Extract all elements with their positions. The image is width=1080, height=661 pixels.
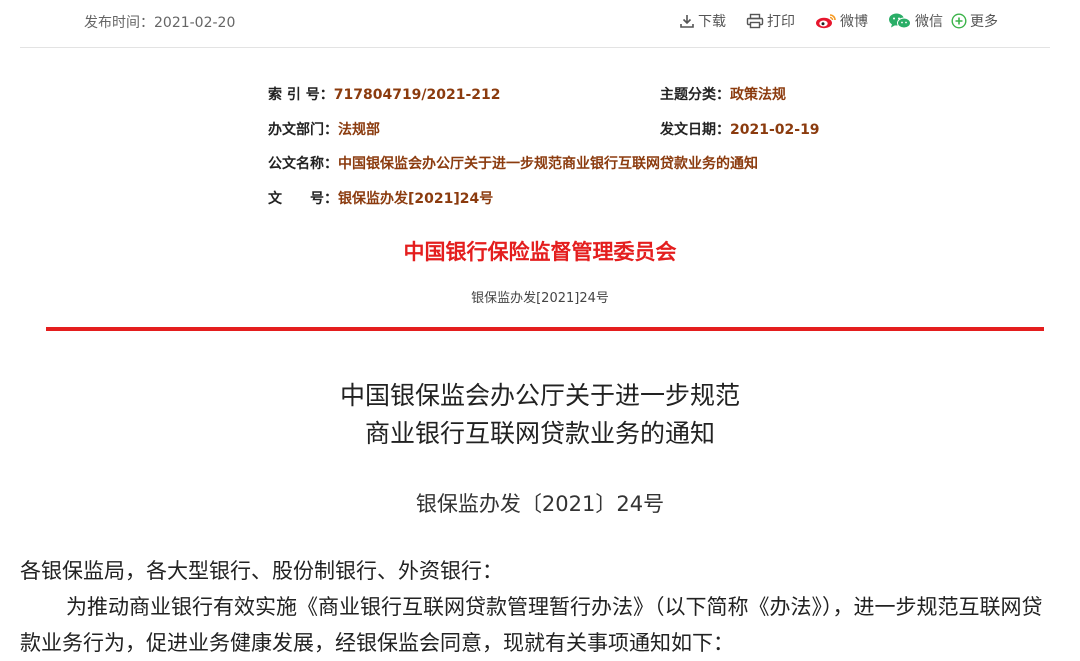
more-share-button[interactable]: 更多: [951, 11, 998, 31]
meta-date-row: 发文日期：2021-02-19: [660, 119, 820, 139]
title-line-2: 商业银行互联网贷款业务的通知: [364, 419, 715, 448]
document-number: 银保监办发〔2021〕24号: [415, 492, 665, 516]
header-divider: [20, 47, 1050, 48]
meta-name-label: 公文名称：: [268, 156, 338, 172]
meta-topic-label: 主题分类：: [660, 87, 730, 103]
meta-docno-row: 文 号：银保监办发[2021]24号: [268, 188, 493, 208]
download-label: 下载: [698, 14, 726, 30]
wechat-icon: [889, 13, 911, 29]
weibo-share-button[interactable]: 微博: [815, 11, 868, 31]
document-title: 中国银保监会办公厅关于进一步规范 商业银行互联网贷款业务的通知: [0, 377, 1080, 453]
meta-date-value: 2021-02-19: [730, 122, 820, 138]
salutation: 各银保监局，各大型银行、股份制银行、外资银行：: [20, 559, 503, 583]
wechat-share-button[interactable]: 微信: [888, 11, 943, 31]
meta-topic-value: 政策法规: [730, 87, 786, 103]
top-bar: 发布时间：2021-02-20 下载 打印 微博 微信 更多: [0, 0, 1080, 48]
meta-topic-row: 主题分类：政策法规: [660, 84, 786, 104]
meta-name-row: 公文名称：中国银保监会办公厅关于进一步规范商业银行互联网贷款业务的通知: [268, 153, 758, 173]
wechat-label: 微信: [915, 14, 943, 30]
title-line-1: 中国银保监会办公厅关于进一步规范: [339, 381, 740, 410]
print-icon: [746, 13, 764, 29]
meta-name-value: 中国银保监会办公厅关于进一步规范商业银行互联网贷款业务的通知: [338, 156, 758, 172]
meta-docno-label: 文 号：: [268, 191, 338, 207]
issuing-organization: 中国银行保险监督管理委员会: [403, 240, 677, 264]
publish-date: 发布时间：2021-02-20: [84, 15, 236, 31]
download-button[interactable]: 下载: [679, 11, 726, 31]
meta-index-value: 717804719/2021-212: [333, 87, 501, 103]
weibo-icon: [816, 14, 836, 29]
red-header-rule: [46, 327, 1044, 331]
download-icon: [680, 15, 694, 28]
meta-index-label: 索 引 号：: [268, 87, 334, 103]
body-paragraph: 为推动商业银行有效实施《商业银行互联网贷款管理暂行办法》（以下简称《办法》），进…: [20, 595, 1043, 655]
meta-docno-value: 银保监办发[2021]24号: [338, 191, 494, 207]
print-button[interactable]: 打印: [746, 11, 795, 31]
meta-dept-row: 办文部门：法规部: [268, 119, 380, 139]
document-number-header: 银保监办发[2021]24号: [471, 291, 609, 306]
meta-dept-value: 法规部: [338, 122, 380, 138]
meta-date-label: 发文日期：: [660, 122, 730, 138]
weibo-label: 微博: [840, 14, 868, 30]
share-toolbar: 下载 打印 微博 微信 更多: [679, 11, 998, 31]
more-label: 更多: [970, 14, 998, 30]
print-label: 打印: [767, 14, 795, 30]
meta-index-row: 索 引 号：717804719/2021-212: [268, 84, 501, 104]
meta-dept-label: 办文部门：: [268, 122, 338, 138]
plus-circle-icon: [951, 13, 967, 29]
document-body: 各银保监局，各大型银行、股份制银行、外资银行： 为推动商业银行有效实施《商业银行…: [20, 553, 1050, 661]
